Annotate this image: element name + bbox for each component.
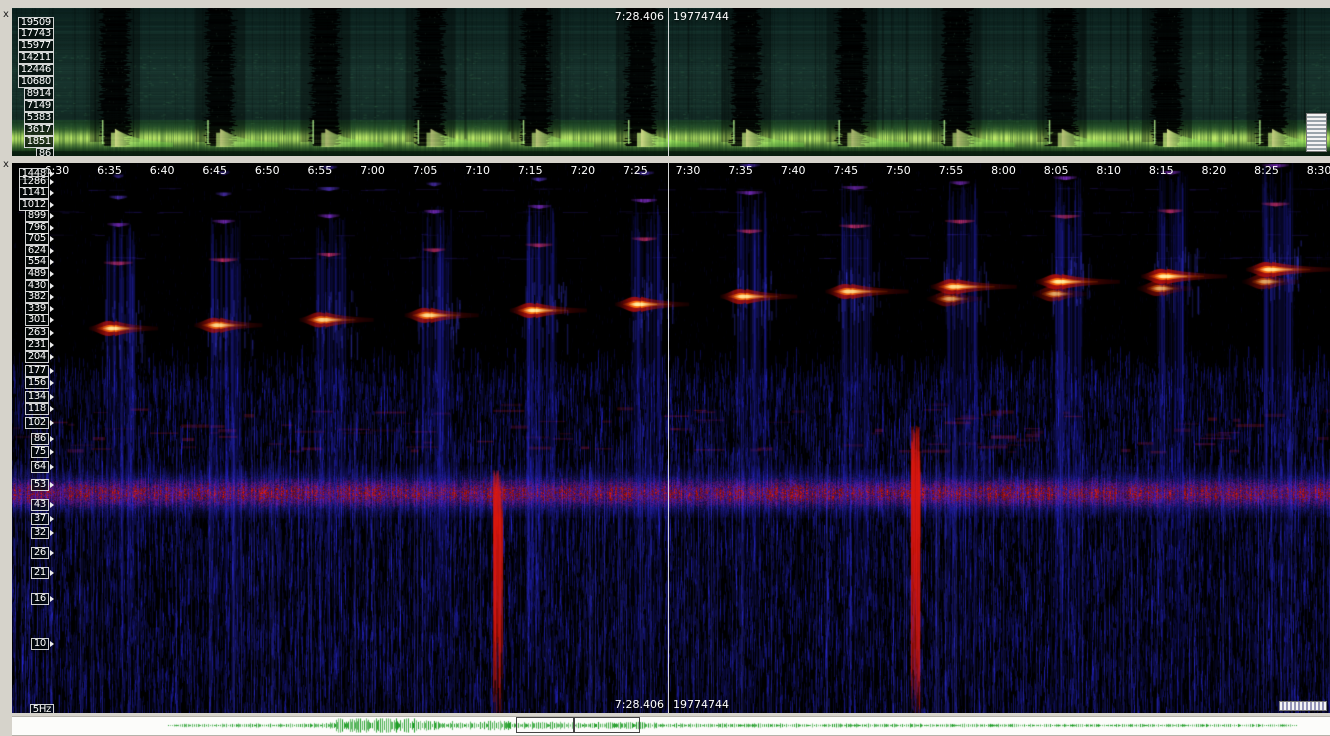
main-spectrogram-pane: 6:306:356:406:456:506:557:007:057:107:15… [12,163,1330,713]
overview-spectrogram-pane: 7:28.406 19774744 1950917743159771421112… [12,8,1330,156]
panner-view-box[interactable] [516,717,575,733]
waveform-panner-canvas[interactable] [12,718,1330,733]
overview-spectrogram-canvas[interactable] [12,8,1330,156]
main-spectrogram-canvas[interactable] [12,163,1330,713]
close-pane-main-button[interactable]: x [0,158,12,170]
overview-panner[interactable] [12,716,1330,736]
render-progress-indicator [1279,701,1327,711]
app-window: x x 7:28.406 19774744 195091774315977142… [0,0,1330,736]
panner-view-box[interactable] [573,717,640,733]
render-progress-indicator [1306,113,1327,152]
close-pane-top-button[interactable]: x [0,8,12,20]
